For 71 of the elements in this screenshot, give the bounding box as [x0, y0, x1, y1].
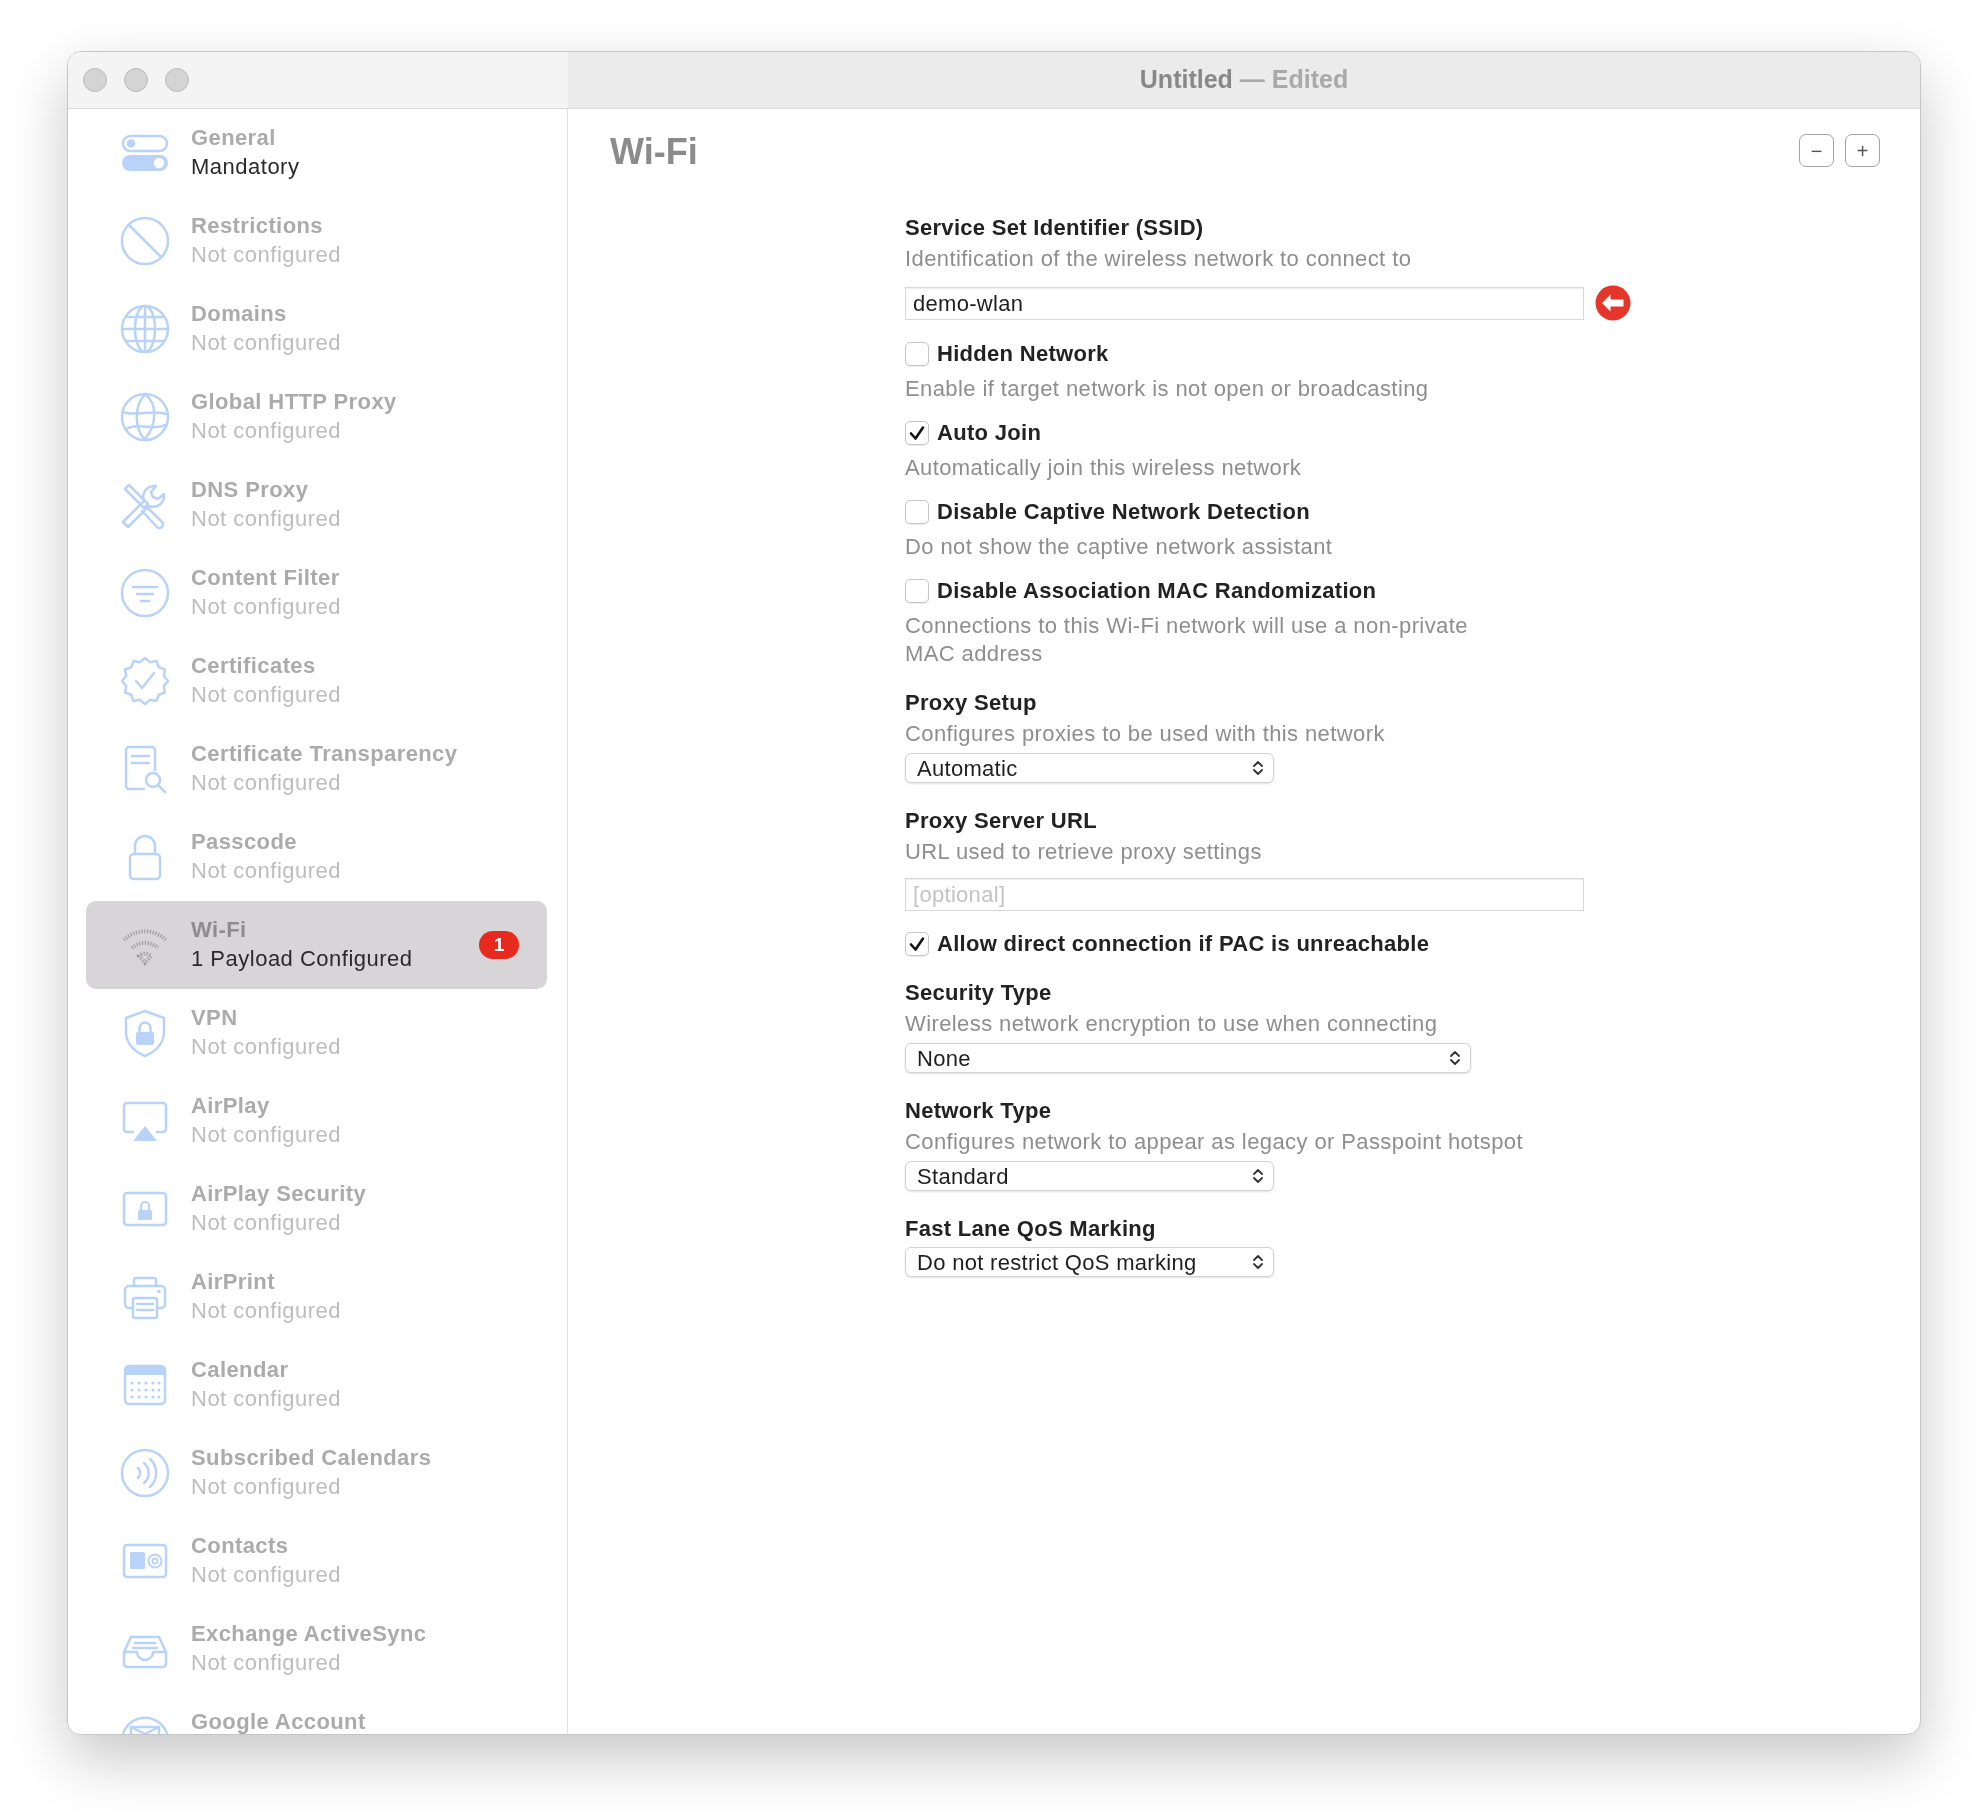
sidebar-item[interactable]: Certificates Not configured — [86, 637, 547, 725]
popup-button[interactable]: Automatic — [905, 753, 1274, 783]
checkbox-label: Auto Join — [937, 419, 1042, 447]
sidebar-item[interactable]: Passcode Not configured — [86, 813, 547, 901]
sidebar-item[interactable]: Google Account — [86, 1693, 547, 1734]
checkmark-icon — [909, 936, 925, 952]
prohibited-icon — [120, 216, 170, 266]
sidebar-item[interactable]: DNS Proxy Not configured — [86, 461, 547, 549]
sidebar-item[interactable]: AirPlay Not configured — [86, 1077, 547, 1165]
field-label: Fast Lane QoS Marking — [905, 1215, 1156, 1243]
globe-icon — [120, 392, 170, 442]
broadcast-circle-icon — [120, 1448, 170, 1498]
checkbox[interactable] — [905, 500, 929, 524]
popup-button[interactable]: Standard — [905, 1161, 1274, 1191]
field-description: Do not show the captive network assistant — [905, 533, 1333, 561]
checkbox[interactable] — [905, 579, 929, 603]
sidebar-item[interactable]: Restrictions Not configured — [86, 197, 547, 285]
field-description: Identification of the wireless network to connect to — [905, 245, 1412, 273]
checkbox-label: Hidden Network — [937, 340, 1109, 368]
field-label: Service Set Identifier (SSID) — [905, 214, 1204, 242]
count-badge: 1 — [479, 931, 519, 959]
sidebar-item[interactable]: AirPrint Not configured — [86, 1253, 547, 1341]
field-description: Enable if target network is not open or broadcasting — [905, 375, 1429, 403]
sidebar-item[interactable]: AirPlay Security Not configured — [86, 1165, 547, 1253]
chevron-up-down-icon — [1449, 1049, 1461, 1067]
field-description: Connections to this Wi-Fi network will use a non-private MAC address — [905, 612, 1469, 668]
remove-button[interactable]: − — [1799, 134, 1834, 167]
field-description: Wireless network encryption to use when connecting — [905, 1010, 1438, 1038]
sidebar-item[interactable]: Domains Not configured — [86, 285, 547, 373]
checkmark-icon — [909, 425, 925, 441]
text-field[interactable]: demo-wlan — [905, 286, 1584, 320]
minimize-button[interactable] — [124, 68, 148, 92]
field-description: Configures proxies to be used with this network — [905, 720, 1385, 748]
sidebar-item[interactable]: Exchange ActiveSync Not configured — [86, 1605, 547, 1693]
page-title: Wi-Fi — [610, 134, 698, 170]
window-title: Untitled — Edited — [1139, 64, 1349, 96]
text-field[interactable]: [optional] — [905, 878, 1584, 911]
close-button[interactable] — [83, 68, 107, 92]
chevron-up-down-icon — [1252, 1167, 1264, 1185]
chevron-up-down-icon — [1252, 1253, 1264, 1271]
globe-icon — [120, 304, 170, 354]
field-label: Network Type — [905, 1097, 1052, 1125]
checkbox-label: Allow direct connection if PAC is unreachable — [937, 930, 1430, 958]
sidebar-item[interactable]: Calendar Not configured — [86, 1341, 547, 1429]
chevron-up-down-icon — [1252, 759, 1264, 777]
zoom-button[interactable] — [165, 68, 189, 92]
field-description: URL used to retrieve proxy settings — [905, 838, 1262, 866]
field-label: Security Type — [905, 979, 1052, 1007]
field-description: Configures network to appear as legacy or Passpoint hotspot — [905, 1128, 1523, 1156]
popup-button[interactable]: None — [905, 1043, 1471, 1073]
checkbox-label: Disable Association MAC Randomization — [937, 577, 1377, 605]
sidebar-item[interactable]: VPN Not configured — [86, 989, 547, 1077]
sidebar-item[interactable]: Content Filter Not configured — [86, 549, 547, 637]
popup-button[interactable]: Do not restrict QoS marking — [905, 1247, 1274, 1277]
sidebar-item[interactable]: Contacts Not configured — [86, 1517, 547, 1605]
sidebar-item[interactable]: Subscribed Calendars Not configured — [86, 1429, 547, 1517]
checkbox[interactable] — [905, 342, 929, 366]
sidebar-item[interactable]: General Mandatory — [86, 109, 547, 197]
checkbox[interactable] — [905, 421, 929, 445]
field-label: Proxy Setup — [905, 689, 1037, 717]
filter-icon — [120, 568, 170, 618]
checkbox-label: Disable Captive Network Detection — [937, 498, 1310, 526]
arrow-left-circle-icon[interactable] — [1595, 285, 1631, 321]
field-description: Automatically join this wireless network — [905, 454, 1302, 482]
sidebar-item[interactable]: Wi-Fi 1 Payload Configured 1 — [86, 901, 547, 989]
add-button[interactable]: + — [1845, 134, 1880, 167]
sidebar-item[interactable]: Certificate Transparency Not configured — [86, 725, 547, 813]
checkbox[interactable] — [905, 932, 929, 956]
seal-check-icon — [120, 656, 170, 706]
field-label: Proxy Server URL — [905, 807, 1097, 835]
sidebar-item[interactable]: Global HTTP Proxy Not configured — [86, 373, 547, 461]
